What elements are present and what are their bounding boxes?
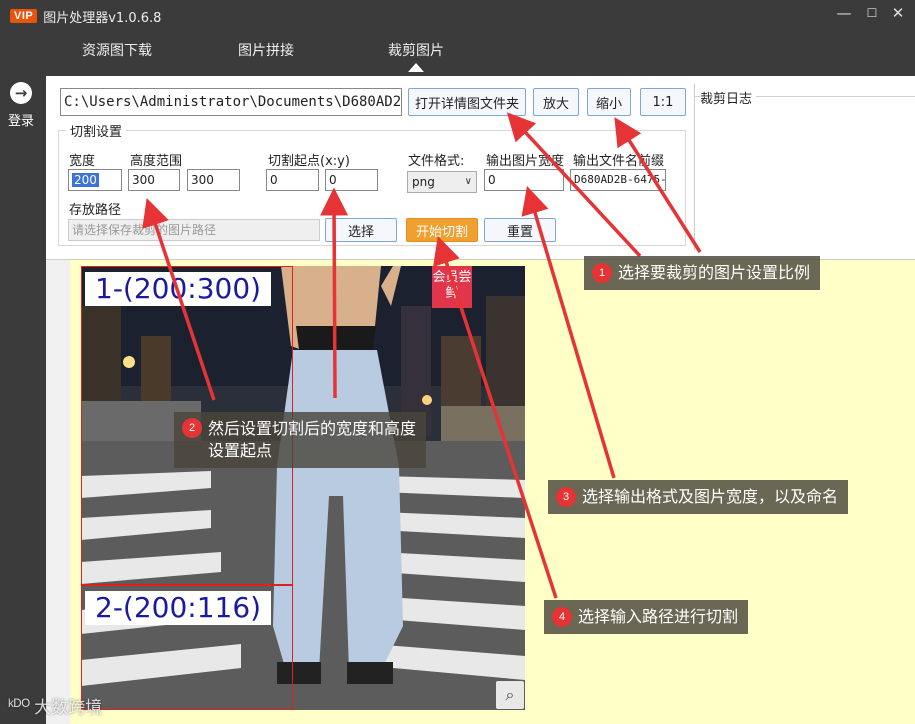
tab-crop-image[interactable]: 裁剪图片 (388, 40, 444, 60)
close-button[interactable]: ✕ (886, 4, 910, 22)
crop-label-1: 1-(200:300) (85, 272, 272, 306)
vip-logo: VIP (10, 9, 38, 23)
step-badge: 3 (556, 487, 576, 507)
watermark-text: 大数跨境 (34, 698, 103, 718)
crop-label-2: 2-(200:116) (85, 591, 272, 625)
log-box (694, 96, 915, 250)
start-y-input[interactable]: 0 (325, 169, 378, 191)
ratio-1-1-button[interactable]: 1:1 (640, 88, 686, 116)
preview-image: 1-(200:300) 2-(200:116) (81, 266, 525, 710)
zoom-out-button[interactable]: 缩小 (587, 88, 631, 116)
file-format-label: 文件格式: (408, 154, 465, 169)
login-icon[interactable]: → (10, 82, 32, 104)
step-badge: 4 (552, 607, 572, 627)
file-format-value: png (412, 175, 435, 189)
filename-prefix-input[interactable]: D680AD2B-6475- (570, 169, 666, 191)
height-max-input[interactable]: 300 (187, 169, 240, 191)
output-width-label: 输出图片宽度 (486, 154, 565, 169)
magnifier-icon[interactable]: ⌕ (496, 681, 524, 709)
app-title-text: 图片处理器v1.0.6.8 (43, 10, 162, 26)
step-badge: 2 (182, 418, 202, 438)
choose-path-button[interactable]: 选择 (325, 218, 397, 242)
callout-step-3: 3 选择输出格式及图片宽度，以及命名 (548, 480, 849, 514)
save-path-label: 存放路径 (69, 203, 122, 218)
callout-text: 选择要裁剪的图片设置比例 (618, 263, 811, 282)
watermark: ᵏᴰᴼ 大数跨境 (8, 693, 103, 719)
active-tab-indicator (408, 63, 424, 72)
maximize-button[interactable]: ☐ (860, 6, 884, 20)
callout-step-4: 4 选择输入路径进行切割 (544, 600, 749, 634)
sidebar: → 登录 (0, 76, 46, 724)
filename-prefix-label: 输出文件名前缀 (573, 154, 665, 169)
callout-text: 选择输入路径进行切割 (578, 607, 739, 626)
log-title: 裁剪日志 (700, 88, 757, 107)
tab-image-stitch[interactable]: 图片拼接 (238, 40, 294, 60)
output-width-input[interactable]: 0 (484, 169, 564, 191)
height-min-input[interactable]: 300 (128, 169, 180, 191)
canvas-scroll-gutter (46, 260, 70, 724)
member-trial-tag[interactable]: 会员尝鲜 (432, 266, 472, 308)
login-label[interactable]: 登录 (8, 110, 34, 129)
tab-resource-download[interactable]: 资源图下载 (82, 40, 152, 60)
width-input[interactable]: 200 (68, 169, 122, 191)
file-format-select[interactable]: png ∨ (407, 171, 477, 193)
height-range-label: 高度范围 (130, 154, 183, 169)
save-path-input[interactable]: 请选择保存裁剪的图片路径 (68, 219, 320, 241)
watermark-logo-icon: ᵏᴰᴼ (8, 695, 31, 715)
minimize-button[interactable]: — (832, 4, 856, 22)
image-path-field[interactable]: C:\Users\Administrator\Documents\D680AD2 (60, 88, 402, 116)
cut-settings-legend: 切割设置 (66, 121, 127, 140)
callout-step-1: 1 选择要裁剪的图片设置比例 (584, 256, 821, 290)
step-badge: 1 (592, 263, 612, 283)
start-cut-button[interactable]: 开始切割 (406, 218, 478, 242)
chevron-down-icon: ∨ (464, 176, 472, 187)
callout-text: 然后设置切割后的宽度和高度设置起点 (208, 419, 417, 460)
title-bar: VIP 图片处理器v1.0.6.8 — ☐ ✕ 资源图下载 图片拼接 裁剪图片 (0, 0, 915, 76)
callout-text: 选择输出格式及图片宽度，以及命名 (582, 487, 839, 506)
callout-step-2: 2 然后设置切割后的宽度和高度设置起点 (174, 412, 426, 468)
zoom-in-button[interactable]: 放大 (533, 88, 579, 116)
reset-button[interactable]: 重置 (484, 218, 556, 242)
width-value: 200 (72, 173, 99, 187)
start-x-input[interactable]: 0 (266, 169, 319, 191)
open-folder-button[interactable]: 打开详情图文件夹 (408, 88, 526, 116)
width-label: 宽度 (69, 154, 96, 169)
app-title: VIP 图片处理器v1.0.6.8 (10, 7, 162, 26)
start-point-label: 切割起点(x:y) (268, 154, 350, 169)
